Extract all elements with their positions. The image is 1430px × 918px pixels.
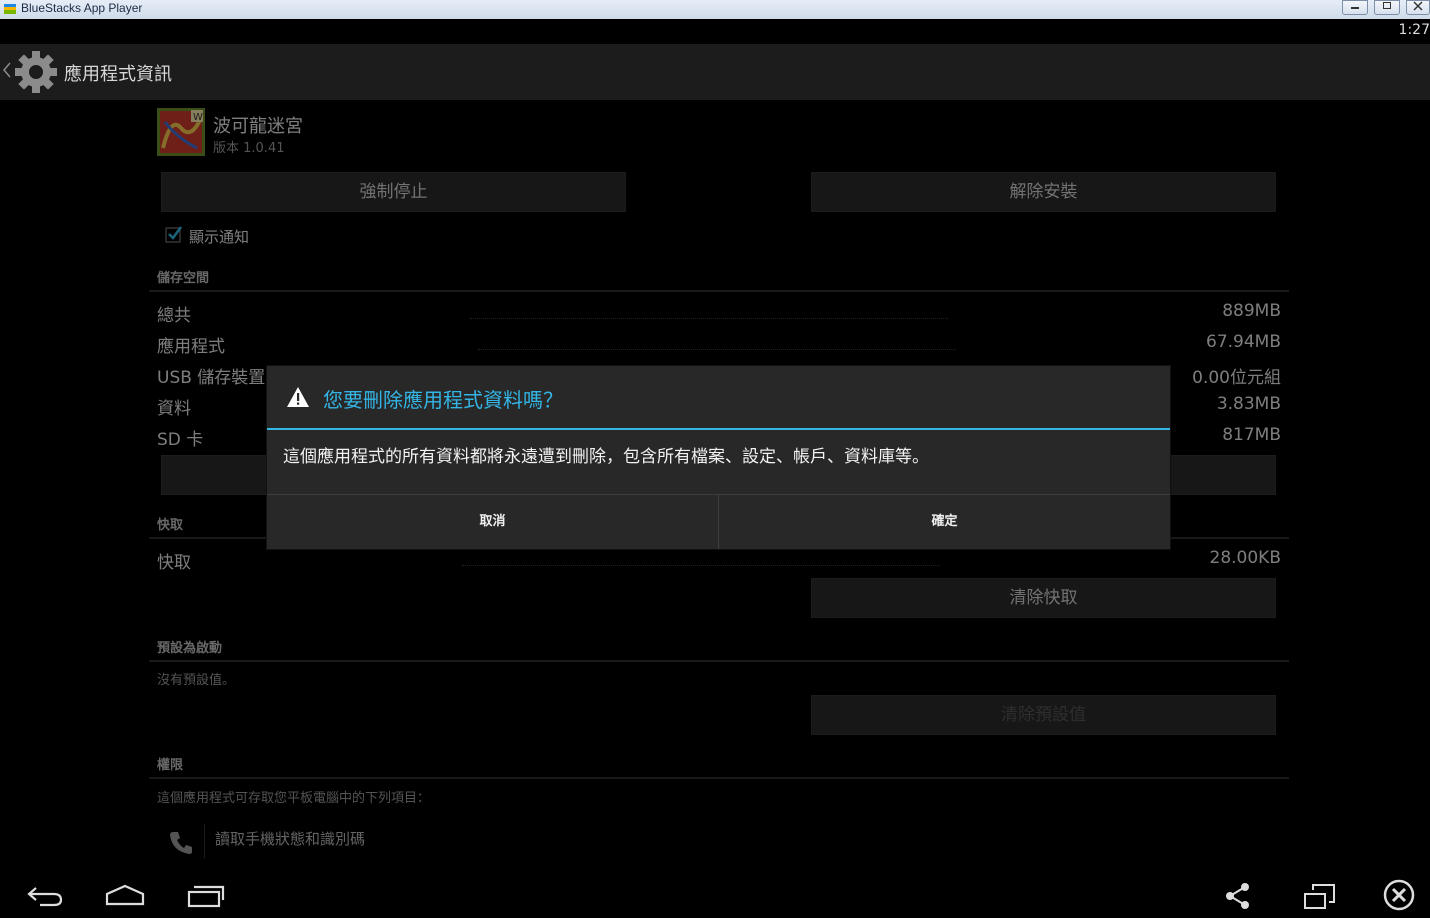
status-clock: 1:27 bbox=[1398, 22, 1430, 38]
show-notifications-checkbox[interactable] bbox=[165, 225, 183, 243]
storage-total-label: 總共 bbox=[157, 306, 191, 326]
permission-item-label: 讀取手機狀態和識別碼 bbox=[215, 830, 366, 848]
show-notifications-label: 顯示通知 bbox=[189, 228, 250, 246]
cancel-button[interactable]: 取消 bbox=[267, 495, 718, 549]
cache-header: 快取 bbox=[157, 518, 184, 533]
defaults-header: 預設為啟動 bbox=[157, 641, 223, 656]
dialog-title-divider bbox=[267, 428, 1170, 430]
storage-header: 儲存空間 bbox=[157, 271, 210, 286]
maximize-button[interactable] bbox=[1374, 0, 1400, 15]
divider bbox=[149, 290, 1289, 292]
storage-total-value: 889MB bbox=[1222, 301, 1281, 321]
share-icon[interactable] bbox=[1224, 882, 1252, 910]
storage-data-label: 資料 bbox=[157, 399, 191, 419]
action-bar: 應用程式資訊 bbox=[0, 44, 1430, 100]
home-icon[interactable] bbox=[104, 884, 146, 906]
clear-cache-button[interactable]: 清除快取 bbox=[811, 578, 1276, 618]
close-circle-icon[interactable] bbox=[1382, 878, 1416, 912]
divider bbox=[149, 660, 1289, 662]
dialog-title: 您要刪除應用程式資料嗎？ bbox=[323, 388, 563, 412]
back-icon[interactable] bbox=[26, 884, 64, 908]
app-name: 波可龍迷宮 bbox=[213, 116, 303, 137]
storage-sd-value: 817MB bbox=[1222, 425, 1281, 445]
storage-usb-value: 0.00位元組 bbox=[1192, 368, 1281, 388]
uninstall-button[interactable]: 解除安裝 bbox=[811, 172, 1276, 212]
delete-data-dialog: 您要刪除應用程式資料嗎？ 這個應用程式的所有資料都將永遠遭到刪除，包含所有檔案、… bbox=[267, 366, 1170, 549]
window-title: BlueStacks App Player bbox=[21, 1, 143, 15]
up-chevron-icon[interactable] bbox=[3, 62, 11, 82]
defaults-text: 沒有預設值。 bbox=[157, 673, 236, 688]
confirm-button[interactable]: 確定 bbox=[719, 495, 1170, 549]
app-version: 版本 1.0.41 bbox=[213, 141, 285, 156]
dotted-leader bbox=[478, 348, 956, 350]
page-title: 應用程式資訊 bbox=[64, 64, 172, 85]
storage-sd-label: SD 卡 bbox=[157, 430, 204, 450]
dotted-leader bbox=[470, 317, 948, 319]
settings-gear-icon[interactable] bbox=[13, 49, 59, 95]
navigation-bar bbox=[0, 860, 1430, 918]
storage-data-value: 3.83MB bbox=[1216, 394, 1281, 414]
storage-usb-label: USB 儲存裝置 bbox=[157, 368, 266, 388]
storage-app-value: 67.94MB bbox=[1206, 332, 1281, 352]
dialog-message: 這個應用程式的所有資料都將永遠遭到刪除，包含所有檔案、設定、帳戶、資料庫等。 bbox=[283, 447, 929, 467]
permissions-intro: 這個應用程式可存取您平板電腦中的下列項目： bbox=[157, 791, 431, 806]
recent-apps-icon[interactable] bbox=[186, 884, 226, 908]
force-stop-button[interactable]: 強制停止 bbox=[161, 172, 626, 212]
rotate-screen-icon[interactable] bbox=[1303, 882, 1337, 910]
divider bbox=[204, 824, 205, 858]
close-window-button[interactable] bbox=[1406, 0, 1430, 15]
bluestacks-logo-icon bbox=[4, 4, 16, 14]
warning-icon bbox=[287, 387, 309, 407]
cache-label: 快取 bbox=[157, 553, 191, 573]
permissions-header: 權限 bbox=[157, 758, 184, 773]
dotted-leader bbox=[462, 564, 940, 566]
minimize-button[interactable] bbox=[1342, 0, 1368, 15]
status-bar: 1:27 bbox=[0, 19, 1430, 44]
cache-value: 28.00KB bbox=[1209, 548, 1281, 568]
svg-text:W: W bbox=[193, 112, 203, 123]
app-icon[interactable]: W bbox=[157, 108, 205, 156]
storage-app-label: 應用程式 bbox=[157, 337, 225, 357]
phone-icon bbox=[170, 832, 192, 854]
window-title-bar: BlueStacks App Player bbox=[0, 0, 1430, 20]
divider bbox=[149, 777, 1289, 779]
clear-defaults-button[interactable]: 清除預設值 bbox=[811, 695, 1276, 735]
